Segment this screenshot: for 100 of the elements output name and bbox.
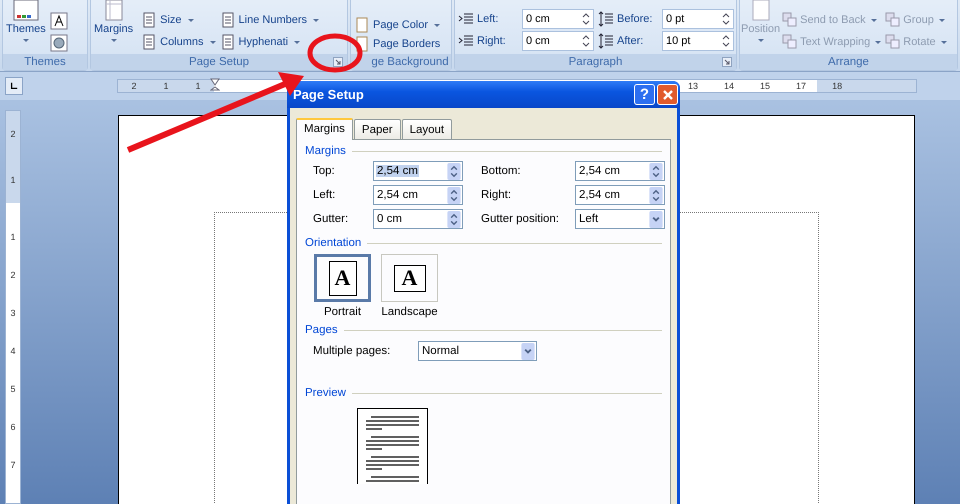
caret-icon [938, 18, 945, 22]
dialog-launcher-icon[interactable] [333, 57, 343, 67]
ruler-number: 18 [832, 81, 842, 91]
caret-icon [434, 24, 440, 26]
dialog-tab[interactable]: Paper [354, 119, 401, 139]
spinner-icon[interactable] [447, 162, 461, 180]
field-label: After: [617, 35, 644, 47]
spinner-icon[interactable] [649, 186, 663, 204]
page-icon [141, 34, 158, 50]
group-label: Page Setup [188, 55, 250, 70]
spacing-icon [598, 11, 614, 27]
caret-icon [210, 40, 216, 44]
field-label: Top: [313, 165, 336, 177]
ruler-number: 2 [10, 269, 16, 281]
dialog-tab[interactable]: Layout [402, 119, 452, 139]
annotation-circle [308, 34, 362, 72]
spin-field[interactable]: 10 pt [662, 31, 734, 51]
dialog-launcher-icon[interactable] [722, 57, 732, 67]
close-icon [662, 88, 674, 100]
field-label: Gutter position: [481, 213, 560, 225]
section-title: Preview [305, 387, 346, 399]
field-label: Multiple pages: [313, 345, 392, 357]
spacing-icon [598, 33, 614, 49]
themes-icon [10, 0, 41, 22]
dropdown-field[interactable]: Normal [418, 341, 537, 361]
tab-stop-icon [10, 82, 18, 90]
caret-icon [875, 40, 882, 44]
ruler-number: 7 [10, 459, 16, 471]
caret-icon [758, 39, 764, 42]
section-title: Margins [305, 145, 346, 157]
section-title: Pages [305, 324, 338, 336]
dropdown-field[interactable]: Left [575, 209, 665, 229]
caret-icon [313, 18, 320, 22]
spinner-icon[interactable] [722, 34, 730, 48]
ruler-number: 4 [10, 345, 16, 357]
ribbon-menu-button[interactable]: Page Color [354, 17, 440, 33]
spin-field[interactable]: 0 cm [522, 31, 594, 51]
option-label: Portrait [324, 306, 362, 318]
spinner-icon[interactable] [447, 210, 461, 228]
orientation-option[interactable]: A [381, 254, 438, 302]
field-label: Right: [481, 189, 512, 201]
dialog-tab[interactable]: Margins [296, 118, 353, 140]
field-label: Left: [313, 189, 336, 201]
field-label: Gutter: [313, 213, 350, 225]
spin-field[interactable]: 0 pt [662, 9, 734, 29]
ruler-number: 1 [163, 81, 168, 91]
ribbon-menu-button[interactable]: Size [141, 10, 216, 30]
field-label: Before: [617, 13, 654, 25]
spin-field[interactable]: 2,54 cm [373, 161, 463, 181]
orientation-option[interactable]: A [314, 254, 371, 302]
spin-field[interactable]: 2,54 cm [575, 185, 665, 205]
field-label: Right: [477, 35, 507, 47]
ruler-number: 17 [796, 81, 806, 91]
ruler-number: 3 [10, 307, 16, 319]
ruler-number: 2 [131, 81, 136, 91]
layers-icon [885, 34, 902, 50]
caret-icon [188, 18, 194, 22]
caret-icon [870, 18, 877, 22]
layers-icon [782, 12, 798, 28]
layers-icon [885, 12, 902, 28]
page-icon [354, 17, 370, 33]
caret-icon [22, 39, 29, 42]
ruler-number: 15 [760, 81, 770, 91]
ruler-number: 6 [10, 421, 16, 433]
ribbon-menu-button[interactable]: Hyphenati [220, 32, 320, 52]
layers-icon [782, 34, 798, 50]
group-label: ge Background [351, 54, 451, 70]
help-button[interactable]: ? [634, 84, 655, 105]
caret-icon [110, 39, 117, 42]
ruler-number: 1 [195, 81, 200, 91]
spinner-icon[interactable] [582, 34, 590, 48]
ruler-number: 2 [10, 128, 16, 140]
spin-field[interactable]: 2,54 cm [575, 161, 665, 181]
ruler-number: 1 [10, 231, 16, 243]
group-label: Arrange [740, 54, 957, 70]
spinner-icon[interactable] [722, 12, 730, 26]
ribbon-menu-button[interactable]: Page Borders [354, 36, 440, 52]
section-title: Orientation [305, 237, 362, 249]
ruler-number: 13 [688, 81, 698, 91]
margins-button[interactable]: Margins [94, 0, 134, 42]
spinner-icon[interactable] [649, 162, 663, 180]
page-icon [141, 12, 158, 28]
close-button[interactable] [657, 84, 678, 105]
group-label: Themes [3, 54, 87, 70]
spinner-icon[interactable] [447, 186, 461, 204]
field-label: Left: [477, 13, 500, 25]
ribbon-menu-button[interactable]: Columns [141, 32, 216, 52]
font-icon[interactable] [50, 12, 68, 30]
spin-field[interactable]: 0 cm [522, 9, 594, 29]
ruler-number: 14 [724, 81, 734, 91]
page-icon [220, 34, 236, 50]
spin-field[interactable]: 0 cm [373, 209, 463, 229]
group-label: Paragraph [568, 55, 622, 70]
ribbon-menu-button[interactable]: Line Numbers [220, 10, 320, 30]
spinner-icon[interactable] [582, 12, 590, 26]
spin-field[interactable]: 2,54 cm [373, 185, 463, 205]
themes-button[interactable]: Themes [6, 0, 46, 42]
tab-selector-button[interactable] [5, 77, 23, 95]
field-label: Bottom: [481, 165, 522, 177]
page-icon [220, 12, 236, 28]
